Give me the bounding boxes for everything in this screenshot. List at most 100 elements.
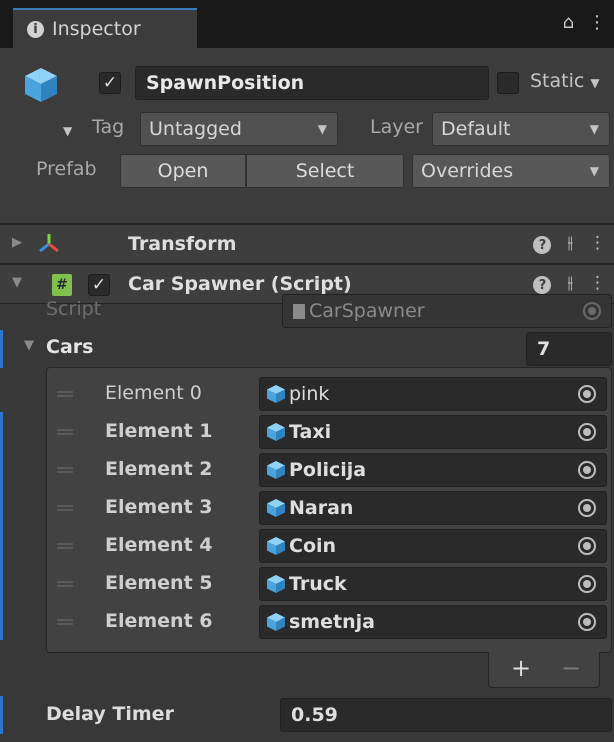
element-value: pink [289, 383, 330, 405]
element-value: Policija [289, 459, 367, 481]
transform-component-header[interactable]: ▶ Transform ? ⫲ ⋮ [0, 224, 614, 264]
prefab-icon [266, 384, 286, 404]
static-checkbox[interactable] [497, 72, 519, 94]
list-item: Element 3 Naran [47, 489, 611, 527]
drag-handle-icon[interactable] [57, 391, 73, 397]
object-name-input[interactable]: SpawnPosition [135, 66, 489, 100]
list-item: Element 5 Truck [47, 565, 611, 603]
element-object-field[interactable]: Taxi [259, 415, 607, 449]
script-asset-icon [293, 304, 305, 319]
object-picker-icon[interactable] [578, 385, 596, 403]
object-picker-icon[interactable] [578, 537, 596, 555]
prefab-label: Prefab [36, 158, 97, 180]
element-object-field[interactable]: Policija [259, 453, 607, 487]
component-enabled-checkbox[interactable]: ✓ [88, 274, 110, 296]
drag-handle-icon[interactable] [57, 505, 73, 511]
more-menu-icon[interactable]: ⋮ [588, 12, 606, 33]
help-icon[interactable]: ? [533, 236, 552, 254]
add-element-button[interactable]: + [511, 654, 531, 682]
active-checkbox[interactable]: ✓ [99, 72, 121, 94]
prefab-icon [266, 574, 286, 594]
inspector-tabbar: i Inspector ⌂ ⋮ [0, 0, 614, 48]
element-value: Coin [289, 535, 337, 557]
elements-modified-indicator [0, 412, 3, 640]
prefab-cube-icon[interactable] [22, 66, 60, 109]
prefab-select-button[interactable]: Select [246, 154, 404, 188]
drag-handle-icon[interactable] [57, 581, 73, 587]
modified-indicator [0, 330, 3, 368]
delay-timer-label: Delay Timer [46, 703, 174, 725]
element-label: Element 2 [105, 458, 213, 480]
element-value: Naran [289, 497, 354, 519]
element-label: Element 1 [105, 420, 213, 442]
drag-handle-icon[interactable] [57, 619, 73, 625]
object-picker-icon[interactable] [578, 461, 596, 479]
delay-modified-indicator [0, 696, 3, 734]
script-label: Script [46, 298, 102, 320]
element-object-field[interactable]: Truck [259, 567, 607, 601]
help-icon[interactable]: ? [533, 276, 552, 294]
list-item: Element 2 Policija [47, 451, 611, 489]
prefab-overrides-dropdown[interactable]: Overrides ▼ [412, 154, 610, 188]
layer-label: Layer [370, 116, 423, 138]
chevron-down-icon: ▼ [589, 164, 599, 178]
cars-size-input[interactable]: 7 [526, 332, 612, 366]
element-value: Truck [289, 573, 347, 595]
element-object-field[interactable]: smetnja [259, 605, 607, 639]
info-icon: i [27, 20, 44, 38]
layer-value: Default [441, 118, 511, 140]
element-object-field[interactable]: Coin [259, 529, 607, 563]
script-reference-field: CarSpawner [282, 294, 612, 328]
icon-dropdown-chevron-icon[interactable]: ▼ [63, 124, 72, 138]
transform-title: Transform [128, 233, 237, 255]
element-value: Taxi [289, 421, 332, 443]
context-menu-icon[interactable]: ⋮ [589, 273, 606, 294]
list-item: Element 1 Taxi [47, 413, 611, 451]
drag-handle-icon[interactable] [57, 467, 73, 473]
object-picker-icon[interactable] [578, 499, 596, 517]
object-picker-icon[interactable] [578, 423, 596, 441]
chevron-down-icon: ▼ [317, 122, 327, 136]
object-picker-icon [583, 302, 601, 320]
collapsed-arrow-icon[interactable]: ▶ [12, 235, 22, 250]
presets-icon[interactable]: ⫲ [567, 233, 573, 254]
context-menu-icon[interactable]: ⋮ [589, 233, 606, 254]
drag-handle-icon[interactable] [57, 429, 73, 435]
static-dropdown[interactable]: Static ▼ [530, 70, 600, 92]
object-picker-icon[interactable] [578, 613, 596, 631]
drag-handle-icon[interactable] [57, 543, 73, 549]
overrides-label: Overrides [421, 160, 514, 182]
cars-list: Element 0 pink Element 1 Taxi Element 2 … [46, 367, 612, 653]
tag-dropdown[interactable]: Untagged ▼ [140, 112, 338, 146]
list-item: Element 0 pink [47, 375, 611, 413]
prefab-open-button[interactable]: Open [120, 154, 246, 188]
expanded-arrow-icon[interactable]: ▼ [12, 275, 22, 290]
layer-dropdown[interactable]: Default ▼ [432, 112, 610, 146]
prefab-icon [266, 498, 286, 518]
lock-icon[interactable]: ⌂ [563, 12, 574, 33]
delay-timer-input[interactable]: 0.59 [280, 698, 612, 732]
object-picker-icon[interactable] [578, 575, 596, 593]
gameobject-header: ▼ ✓ SpawnPosition Static ▼ Tag Untagged … [0, 48, 614, 224]
element-value: smetnja [289, 611, 375, 633]
cars-label: Cars [46, 336, 94, 358]
remove-element-button[interactable]: − [561, 654, 581, 682]
tab-title: Inspector [52, 18, 141, 40]
prefab-icon [266, 612, 286, 632]
prefab-icon [266, 460, 286, 480]
transform-icon [38, 232, 60, 259]
presets-icon[interactable]: ⫲ [567, 273, 573, 294]
static-label: Static [530, 70, 585, 92]
car-spawner-title: Car Spawner (Script) [128, 273, 352, 295]
prefab-icon [266, 536, 286, 556]
cars-foldout-arrow-icon[interactable]: ▼ [24, 338, 34, 353]
element-object-field[interactable]: pink [259, 377, 607, 411]
element-object-field[interactable]: Naran [259, 491, 607, 525]
list-item: Element 6 smetnja [47, 603, 611, 641]
tab-inspector[interactable]: i Inspector [13, 8, 197, 48]
prefab-icon [266, 422, 286, 442]
script-file-icon: # [52, 274, 72, 296]
element-label: Element 4 [105, 534, 213, 556]
tag-label: Tag [92, 116, 125, 138]
element-label: Element 6 [105, 610, 213, 632]
